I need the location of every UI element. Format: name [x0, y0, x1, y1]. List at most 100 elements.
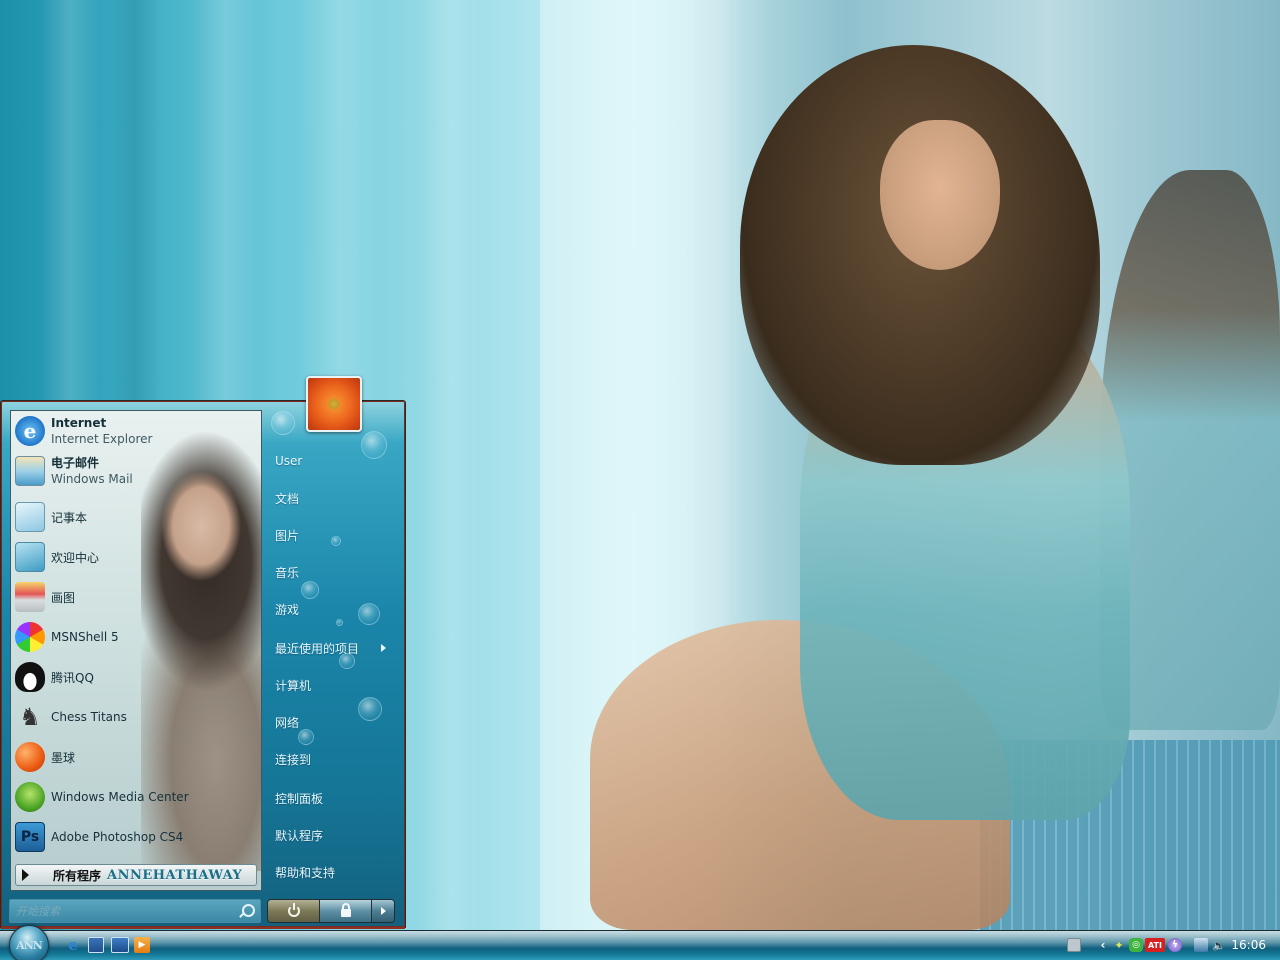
- place-documents[interactable]: 文档: [275, 487, 400, 509]
- all-programs-button[interactable]: 所有程序 ANNEHATHAWAY: [15, 864, 257, 886]
- program-welcome-center[interactable]: 欢迎中心: [15, 538, 255, 576]
- program-title: Adobe Photoshop CS4: [51, 830, 184, 844]
- network-status-icon[interactable]: [1194, 938, 1208, 952]
- program-subtitle: Internet Explorer: [51, 432, 153, 446]
- place-user[interactable]: User: [275, 450, 400, 472]
- msnshell-icon: [15, 622, 45, 652]
- system-tray: ‹ ✦ ◎ ATI ϟ 🔈 16:06: [1060, 931, 1280, 960]
- programs-pane: e Internet Internet Explorer 电子邮件 Window…: [10, 410, 262, 891]
- program-inkball[interactable]: 墨球: [15, 738, 255, 776]
- bubble-decoration: [271, 411, 295, 435]
- welcome-center-icon: [15, 542, 45, 572]
- search-icon[interactable]: [238, 903, 255, 919]
- notepad-icon: [15, 502, 45, 532]
- place-label: 连接到: [275, 752, 312, 767]
- program-msnshell[interactable]: MSNShell 5: [15, 618, 255, 656]
- brand-text: ANNEHATHAWAY: [107, 867, 243, 883]
- power-icon: [287, 903, 300, 917]
- program-internet-explorer[interactable]: e Internet Internet Explorer: [15, 412, 255, 450]
- place-label: 音乐: [275, 565, 300, 580]
- all-programs-label: 所有程序: [53, 868, 102, 883]
- paint-icon: [15, 582, 45, 612]
- program-title: 墨球: [51, 750, 76, 765]
- media-player-icon[interactable]: ▶: [134, 937, 150, 953]
- place-label: 默认程序: [275, 828, 324, 843]
- program-paint[interactable]: 画图: [15, 578, 255, 616]
- place-recent-items[interactable]: 最近使用的项目: [275, 637, 400, 659]
- subject-face: [880, 120, 1000, 270]
- lock-button[interactable]: [320, 900, 372, 922]
- place-label: 最近使用的项目: [275, 641, 360, 656]
- program-title: Windows Media Center: [51, 790, 189, 804]
- place-label: 网络: [275, 715, 300, 730]
- network-satellite-icon[interactable]: ✦: [1112, 938, 1126, 952]
- inkball-icon: [15, 742, 45, 772]
- place-music[interactable]: 音乐: [275, 561, 400, 583]
- place-label: 控制面板: [275, 791, 324, 806]
- photoshop-icon: Ps: [15, 822, 45, 852]
- show-hidden-icons-chevron[interactable]: ‹: [1096, 938, 1110, 952]
- program-notepad[interactable]: 记事本: [15, 498, 255, 536]
- program-photoshop[interactable]: Ps Adobe Photoshop CS4: [15, 818, 255, 856]
- clock[interactable]: 16:06: [1231, 938, 1266, 952]
- program-title: 欢迎中心: [51, 550, 100, 565]
- program-title: Chess Titans: [51, 710, 127, 724]
- program-title: Internet: [51, 416, 107, 430]
- place-label: 计算机: [275, 678, 312, 693]
- start-search-input[interactable]: [16, 904, 238, 918]
- program-media-center[interactable]: Windows Media Center: [15, 778, 255, 816]
- user-picture[interactable]: [306, 376, 362, 432]
- start-button[interactable]: ANN: [9, 925, 49, 960]
- arrow-right-icon: [380, 907, 386, 915]
- show-desktop-icon[interactable]: [111, 937, 129, 953]
- program-windows-mail[interactable]: 电子邮件 Windows Mail: [15, 452, 255, 490]
- program-chess-titans[interactable]: ♞ Chess Titans: [15, 698, 255, 736]
- place-network[interactable]: 网络: [275, 711, 400, 733]
- place-default-programs[interactable]: 默认程序: [275, 824, 400, 846]
- place-label: 文档: [275, 491, 300, 506]
- internet-explorer-icon: e: [15, 416, 45, 446]
- place-label: 帮助和支持: [275, 865, 336, 880]
- keyboard-icon[interactable]: [1067, 938, 1081, 952]
- program-qq[interactable]: 腾讯QQ: [15, 658, 255, 696]
- qq-penguin-icon: [15, 662, 45, 692]
- ati-label: ATI: [1147, 940, 1162, 950]
- program-title: 腾讯QQ: [51, 670, 94, 685]
- place-help-support[interactable]: 帮助和支持: [275, 861, 400, 883]
- start-orb-text: ANN: [16, 938, 43, 952]
- place-pictures[interactable]: 图片: [275, 524, 400, 546]
- power-controls: [267, 899, 395, 923]
- windows-mail-icon: [15, 456, 45, 486]
- place-connect-to[interactable]: 连接到: [275, 748, 400, 770]
- internet-explorer-icon[interactable]: e: [65, 936, 81, 954]
- program-title: 电子邮件: [51, 456, 100, 470]
- lock-icon: [340, 903, 351, 917]
- place-games[interactable]: 游戏: [275, 598, 400, 620]
- taskbar: ANN e ▶ ‹ ✦ ◎ ATI ϟ 🔈 16:06: [0, 925, 1280, 960]
- switch-windows-icon[interactable]: [88, 937, 104, 953]
- program-title: MSNShell 5: [51, 630, 119, 644]
- place-label: 游戏: [275, 602, 300, 617]
- start-menu: e Internet Internet Explorer 电子邮件 Window…: [0, 376, 406, 929]
- volume-icon[interactable]: 🔈: [1212, 938, 1226, 952]
- submenu-arrow-icon: [381, 644, 386, 652]
- shutdown-button[interactable]: [268, 900, 320, 922]
- place-label: 图片: [275, 528, 300, 543]
- place-label: User: [275, 454, 303, 468]
- ati-icon[interactable]: ATI: [1145, 938, 1165, 952]
- place-control-panel[interactable]: 控制面板: [275, 787, 400, 809]
- bubble-decoration: [336, 619, 343, 626]
- program-subtitle: Windows Mail: [51, 472, 133, 486]
- program-title: 记事本: [51, 510, 88, 525]
- chess-icon: ♞: [19, 703, 41, 731]
- green-app-icon[interactable]: ◎: [1129, 938, 1143, 952]
- purple-app-icon[interactable]: ϟ: [1168, 938, 1182, 952]
- media-center-icon: [15, 782, 45, 812]
- program-title: 画图: [51, 590, 76, 605]
- arrow-right-icon: [22, 869, 29, 881]
- curtain-fold: [420, 0, 480, 930]
- start-search-box[interactable]: [9, 899, 261, 923]
- power-options-button[interactable]: [372, 900, 394, 922]
- place-computer[interactable]: 计算机: [275, 674, 400, 696]
- bubble-decoration: [301, 581, 319, 599]
